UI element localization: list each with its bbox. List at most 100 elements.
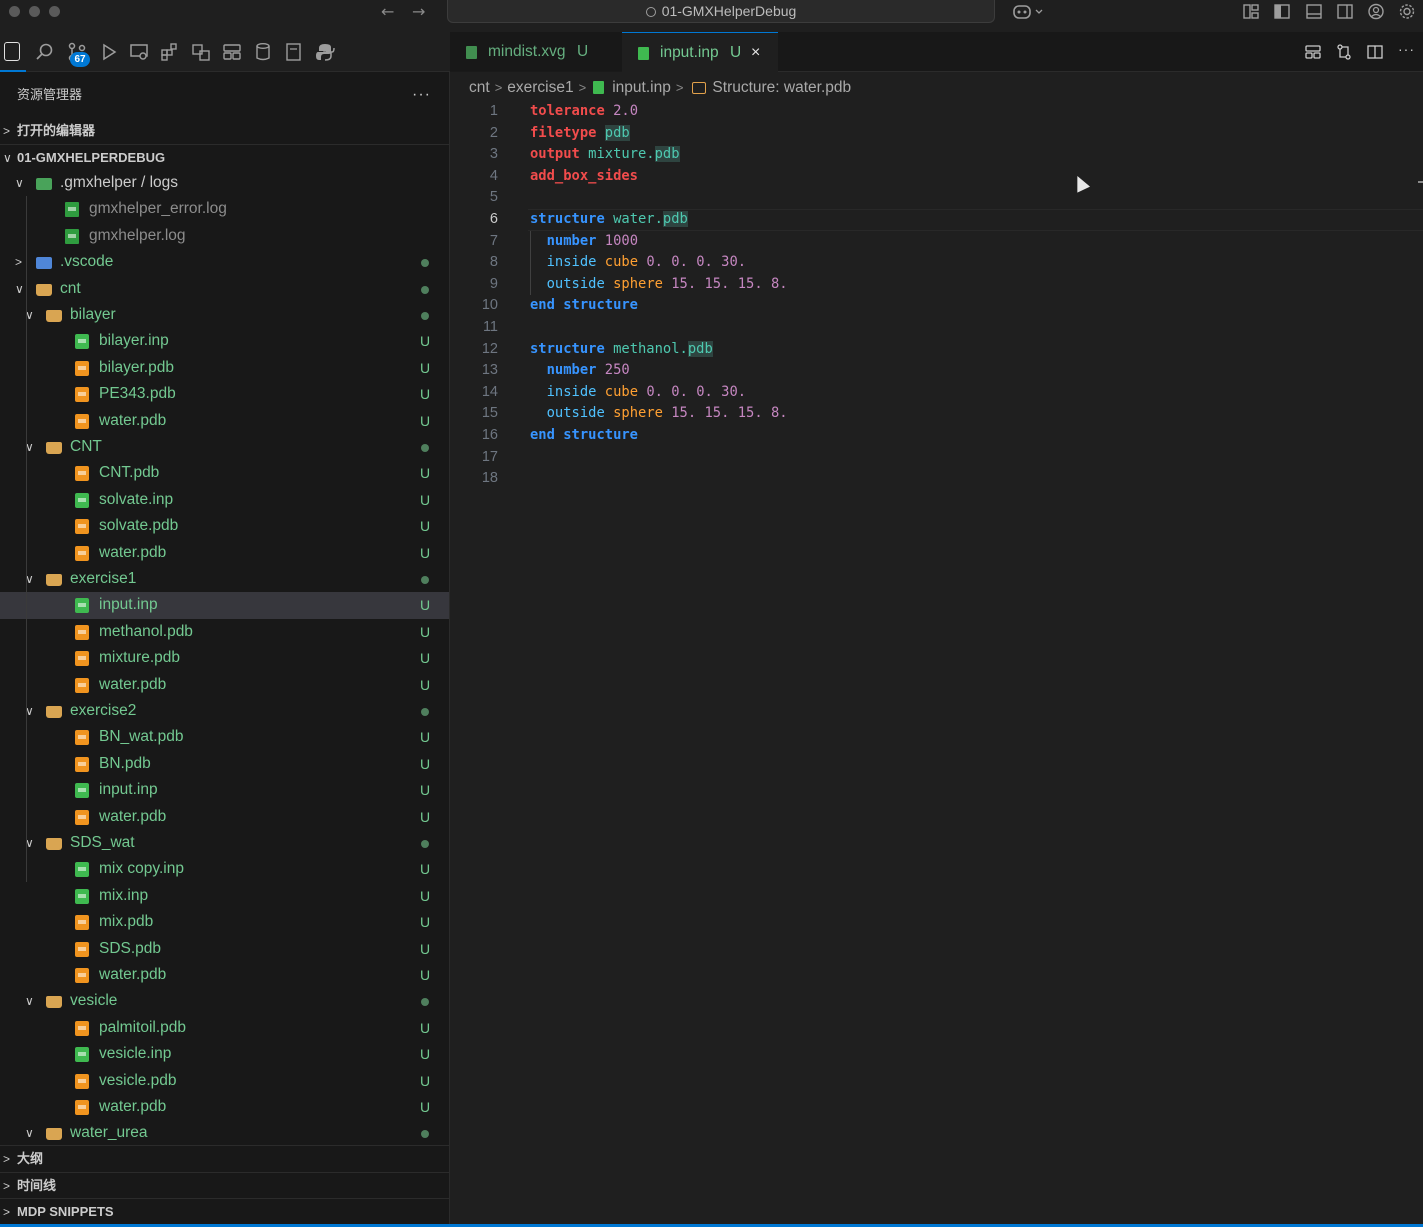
toggle-panel-icon[interactable]	[1305, 3, 1323, 20]
minimize-window-button[interactable]	[29, 6, 40, 17]
tree-file[interactable]: bilayer.pdb U	[0, 355, 449, 381]
more-actions-icon[interactable]: ···	[412, 72, 431, 118]
close-icon[interactable]: ×	[751, 33, 760, 73]
code-token: outside	[546, 275, 605, 292]
code-line: 15 outside sphere 15. 15. 15. 8.	[450, 403, 1423, 425]
tab-mindist-xvg[interactable]: mindist.xvg U	[450, 32, 622, 72]
code-editor[interactable]: 1 tolerance 2.0 2 filetype pdb 3 output mixtu…	[450, 101, 1423, 490]
manage-gear-icon[interactable]	[1398, 3, 1416, 20]
code-token: add_box_sides	[530, 167, 638, 184]
tree-file[interactable]: palmitoil.pdb U	[0, 1015, 449, 1041]
git-status-badge: U	[420, 782, 431, 799]
tree-folder[interactable]: > .vscode	[0, 249, 449, 275]
customize-layout-icon[interactable]	[1242, 3, 1260, 20]
forward-arrow-icon[interactable]: →	[412, 2, 425, 21]
database-icon[interactable]	[253, 42, 273, 62]
more-actions-icon[interactable]: ···	[1398, 41, 1414, 57]
mdp-snippets-section[interactable]: > MDP SNIPPETS	[0, 1198, 449, 1225]
breadcrumb-item-file[interactable]: input.inp	[612, 77, 671, 99]
python-icon[interactable]	[315, 42, 335, 62]
code-token: 15.	[704, 275, 730, 292]
timeline-section[interactable]: > 时间线	[0, 1171, 449, 1199]
explorer-files-icon[interactable]	[4, 42, 20, 61]
testing-icon[interactable]	[191, 42, 211, 62]
close-window-button[interactable]	[9, 6, 20, 17]
copilot-icon[interactable]	[1012, 3, 1046, 20]
breadcrumb-item-exercise1[interactable]: exercise1	[507, 77, 573, 99]
layout-icon[interactable]	[222, 42, 242, 62]
tree-folder[interactable]: ∨ bilayer	[0, 302, 449, 328]
tree-file[interactable]: input.inp U	[0, 777, 449, 803]
open-editors-label: 打开的编辑器	[17, 123, 96, 138]
tree-file[interactable]: water.pdb U	[0, 672, 449, 698]
search-icon	[645, 7, 656, 17]
code-token: pdb	[687, 340, 713, 357]
git-status-badge: U	[420, 544, 431, 561]
open-changes-icon[interactable]	[1305, 44, 1321, 60]
tree-file[interactable]: solvate.pdb U	[0, 513, 449, 539]
tree-file[interactable]: mixture.pdb U	[0, 645, 449, 671]
account-icon[interactable]	[1367, 3, 1385, 20]
tree-file[interactable]: water.pdb U	[0, 804, 449, 830]
compare-changes-icon[interactable]	[1336, 44, 1352, 60]
run-debug-icon[interactable]	[98, 42, 118, 62]
folder-icon	[36, 283, 52, 296]
breadcrumb-item-symbol[interactable]: Structure: water.pdb	[712, 77, 851, 99]
zoom-window-button[interactable]	[49, 6, 60, 17]
notebook-icon[interactable]	[284, 42, 304, 62]
tab-input-inp[interactable]: input.inp U ×	[622, 32, 778, 73]
modified-dot-indicator	[421, 998, 429, 1007]
tree-file[interactable]: BN.pdb U	[0, 751, 449, 777]
split-editor-icon[interactable]	[1367, 44, 1383, 60]
tree-file[interactable]: mix.pdb U	[0, 909, 449, 935]
line-number: 12	[481, 340, 498, 357]
tree-folder[interactable]: ∨ vesicle	[0, 988, 449, 1014]
tree-folder[interactable]: ∨ exercise1	[0, 566, 449, 592]
tree-folder[interactable]: ∨ exercise2	[0, 698, 449, 724]
tree-file[interactable]: bilayer.inp U	[0, 328, 449, 354]
code-token: 0.	[696, 383, 713, 400]
code-token: 250	[604, 362, 630, 379]
tree-file[interactable]: solvate.inp U	[0, 487, 449, 513]
tree-file[interactable]: input.inp U	[0, 592, 449, 619]
tree-folder[interactable]: ∨ SDS_wat	[0, 830, 449, 856]
remote-explorer-icon[interactable]	[129, 42, 149, 62]
tree-file[interactable]: water.pdb U	[0, 408, 449, 434]
open-editors-section[interactable]: > 打开的编辑器	[0, 118, 449, 144]
workspace-section[interactable]: ∨ 01-GMXHELPERDEBUG	[0, 144, 449, 170]
extensions-icon[interactable]	[160, 42, 180, 62]
tree-file[interactable]: gmxhelper.log	[0, 223, 449, 249]
tree-file[interactable]: CNT.pdb U	[0, 460, 449, 486]
chevron-right-icon: >	[578, 80, 587, 95]
code-token: tolerance	[530, 103, 605, 119]
back-arrow-icon[interactable]: ←	[381, 2, 394, 21]
tree-file[interactable]: BN_wat.pdb U	[0, 724, 449, 750]
outline-section[interactable]: > 大纲	[0, 1145, 449, 1172]
outline-label: 大纲	[17, 1151, 44, 1166]
tree-folder[interactable]: ∨ .gmxhelper / logs	[0, 170, 449, 196]
tree-item-label: gmxhelper.log	[89, 226, 186, 244]
tree-file[interactable]: methanol.pdb U	[0, 619, 449, 645]
folder-icon	[46, 838, 62, 850]
toggle-secondary-sidebar-icon[interactable]	[1336, 3, 1354, 20]
tab-label: mindist.xvg	[488, 43, 566, 60]
toggle-primary-sidebar-icon[interactable]	[1273, 3, 1291, 20]
command-center-search[interactable]: 01-GMXHelperDebug	[447, 0, 995, 23]
search-icon[interactable]	[35, 42, 55, 62]
breadcrumb-item-cnt[interactable]: cnt	[469, 77, 490, 99]
tree-file[interactable]: PE343.pdb U	[0, 381, 449, 407]
tree-file[interactable]: SDS.pdb U	[0, 936, 449, 962]
tree-folder[interactable]: ∨ water_urea	[0, 1120, 449, 1146]
tree-file[interactable]: vesicle.pdb U	[0, 1068, 449, 1094]
tree-item-label: solvate.pdb	[99, 517, 179, 535]
tree-file[interactable]: vesicle.inp U	[0, 1041, 449, 1067]
tree-file[interactable]: mix copy.inp U	[0, 856, 449, 882]
tree-folder[interactable]: ∨ cnt	[0, 276, 449, 302]
tree-file[interactable]: mix.inp U	[0, 883, 449, 909]
tree-file[interactable]: water.pdb U	[0, 540, 449, 566]
tree-file[interactable]: water.pdb U	[0, 962, 449, 988]
tree-folder[interactable]: ∨ CNT	[0, 434, 449, 460]
tree-file[interactable]: gmxhelper_error.log	[0, 196, 449, 222]
tree-file[interactable]: water.pdb U	[0, 1094, 449, 1120]
